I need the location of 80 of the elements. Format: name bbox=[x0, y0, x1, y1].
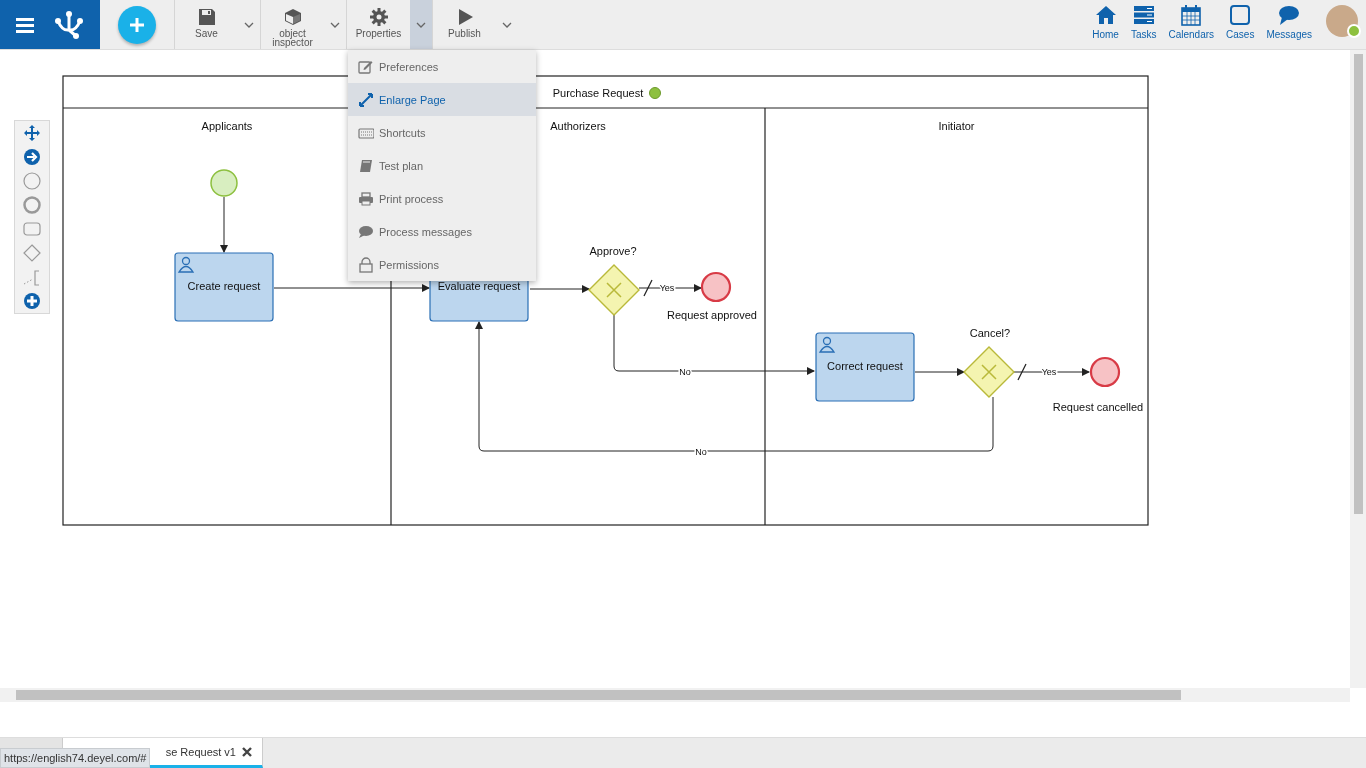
menu-item[interactable]: Shortcuts bbox=[348, 116, 536, 149]
menu-item[interactable]: Process messages bbox=[348, 215, 536, 248]
user-icon bbox=[178, 256, 194, 273]
toolbar-button[interactable]: Publish bbox=[432, 0, 496, 49]
task-label: Correct request bbox=[827, 360, 903, 372]
chevron-down-icon bbox=[330, 21, 340, 28]
vertical-scrollbar[interactable] bbox=[1350, 50, 1366, 688]
padlock-icon bbox=[358, 256, 374, 273]
plus-icon bbox=[129, 16, 145, 33]
cube-icon bbox=[283, 8, 302, 26]
x-icon bbox=[981, 364, 997, 380]
pool-title: Purchase Request bbox=[552, 87, 644, 99]
x-icon bbox=[606, 282, 622, 298]
menu-button[interactable] bbox=[16, 16, 34, 33]
logo-icon bbox=[54, 10, 84, 39]
gateway bbox=[963, 346, 1015, 398]
end-event bbox=[700, 271, 732, 303]
nav-button[interactable]: Tasks bbox=[1124, 4, 1163, 40]
sequence-flow bbox=[529, 285, 590, 293]
lane-label: Authorizers bbox=[550, 120, 606, 132]
menu-item[interactable]: Test plan bbox=[348, 149, 536, 182]
nav-button[interactable]: Messages bbox=[1260, 4, 1318, 40]
sequence-flow bbox=[638, 284, 702, 292]
nav-button[interactable]: Cases bbox=[1220, 4, 1261, 40]
chevron-down-icon bbox=[502, 21, 512, 28]
gateway bbox=[588, 264, 640, 316]
task-label: Create request bbox=[187, 280, 261, 292]
task-label: Evaluate request bbox=[437, 280, 521, 292]
annotation-icon[interactable] bbox=[23, 268, 41, 286]
dropdown-button[interactable] bbox=[410, 0, 432, 49]
close-button[interactable] bbox=[242, 746, 252, 757]
square-icon bbox=[1229, 4, 1252, 26]
avatar[interactable] bbox=[1326, 5, 1358, 37]
toolbar-button[interactable]: Save bbox=[174, 0, 238, 49]
node-label: Cancel? bbox=[969, 327, 1011, 339]
sequence-flow bbox=[220, 196, 228, 253]
speech-bubble-icon bbox=[1278, 4, 1301, 26]
home-icon bbox=[1094, 4, 1117, 26]
menu-item[interactable]: Preferences bbox=[348, 50, 536, 83]
nav-button[interactable]: Calendars bbox=[1162, 4, 1221, 40]
plus-circle-icon[interactable] bbox=[23, 292, 41, 310]
calendar-icon bbox=[1180, 4, 1203, 26]
horizontal-scrollbar[interactable] bbox=[0, 688, 1350, 702]
move-icon[interactable] bbox=[23, 124, 41, 142]
start-event bbox=[210, 169, 238, 197]
book-icon bbox=[358, 157, 374, 174]
lane-label: Initiator bbox=[938, 120, 975, 132]
settings-icon bbox=[369, 8, 388, 26]
menu-icon bbox=[16, 16, 34, 33]
printer-icon bbox=[358, 190, 374, 207]
menu-item[interactable]: Print process bbox=[348, 182, 536, 215]
end-event bbox=[1089, 356, 1121, 388]
thick-circle-icon[interactable] bbox=[23, 196, 41, 214]
close-icon bbox=[242, 746, 252, 757]
list-icon bbox=[1132, 4, 1155, 26]
status-url-tooltip: https://english74.deyel.com/# bbox=[0, 748, 151, 768]
chevron-down-icon bbox=[244, 21, 254, 28]
menu-item[interactable]: Enlarge Page bbox=[348, 83, 536, 116]
chevron-down-icon bbox=[416, 21, 426, 28]
circle-icon[interactable] bbox=[23, 172, 41, 190]
save-icon bbox=[197, 8, 216, 26]
lane-label: Applicants bbox=[201, 120, 253, 132]
expand-icon bbox=[358, 91, 374, 108]
nav-button[interactable]: Home bbox=[1086, 4, 1125, 40]
edit-icon bbox=[358, 58, 374, 75]
arrow-right-icon[interactable] bbox=[23, 148, 41, 166]
node-label: Approve? bbox=[589, 245, 637, 257]
flow-label: Yes bbox=[1041, 366, 1057, 377]
flow-label: No bbox=[679, 366, 691, 377]
flow-label: No bbox=[695, 446, 707, 457]
diamond-icon[interactable] bbox=[23, 244, 41, 262]
menu-item[interactable]: Permissions bbox=[348, 248, 536, 281]
user-icon bbox=[819, 336, 835, 353]
add-button[interactable] bbox=[118, 5, 156, 44]
node-label: Request approved bbox=[667, 309, 757, 321]
node-label: Request cancelled bbox=[1052, 401, 1144, 413]
speech-bubble-icon bbox=[358, 223, 374, 240]
toolbar-button[interactable]: object inspector bbox=[260, 0, 324, 49]
rounded-rectangle-icon[interactable] bbox=[23, 220, 41, 238]
flow-label: Yes bbox=[659, 282, 675, 293]
